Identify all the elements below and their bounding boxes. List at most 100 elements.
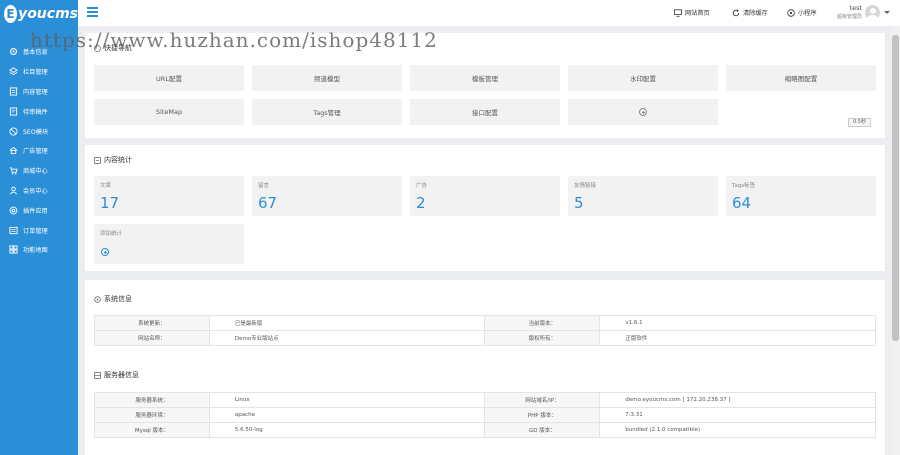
sidebar-item-label: 广告管理 [23, 148, 48, 156]
home-link[interactable]: 网站首页 [674, 8, 710, 17]
table-cell: v1.6.1 [599, 315, 876, 331]
quick-nav-channel-model[interactable]: 频道模型 [252, 65, 402, 91]
sidebar-item-members[interactable]: 会员中心 [0, 181, 78, 201]
content-stats-title: 内容统计 [94, 155, 132, 165]
quick-nav-thumbnail-config[interactable]: 缩略图配置 [726, 65, 876, 91]
system-info-panel: 系统信息 系统更新： 已是最新版 当前版本： v1.6.1 网站名称： Demo… [85, 280, 885, 455]
stat-value: 2 [416, 194, 426, 212]
home-link-label: 网站首页 [685, 10, 710, 17]
quick-nav-tags-manage[interactable]: Tags管理 [252, 99, 402, 125]
sidebar-item-label: 商城中心 [23, 168, 48, 176]
gear-icon [8, 47, 18, 57]
avatar[interactable] [865, 5, 880, 20]
stat-value: 67 [258, 194, 278, 212]
layers-icon [8, 67, 18, 77]
table-cell: 7.3.31 [599, 407, 876, 423]
sidebar-item-label: 功能地图 [23, 247, 48, 255]
table-cell: 版权所有： [484, 330, 601, 346]
plus-circle-icon [639, 108, 647, 116]
stat-friend-links[interactable]: 友情链接 5 [568, 176, 718, 216]
sidebar-item-function-map[interactable]: 功能地图 [0, 240, 78, 260]
table-cell: 网站域名/IP： [484, 392, 601, 408]
sidebar: E youcms 基本信息 栏目管理 内容管理 待审稿件 SEO模块 广告管理 [0, 0, 78, 455]
clear-cache-button[interactable]: 清除缓存 [732, 8, 768, 17]
stat-value: 17 [100, 194, 120, 212]
sidebar-item-label: 插件应用 [23, 207, 48, 215]
quick-nav-api-config[interactable]: 接口配置 [410, 99, 560, 125]
quick-nav-watermark-config[interactable]: 水印配置 [568, 65, 718, 91]
sidebar-item-shop[interactable]: 商城中心 [0, 161, 78, 181]
quick-nav-add-button[interactable] [568, 99, 718, 125]
stat-articles[interactable]: 文章 17 [94, 176, 244, 216]
timer-badge: 0.5秒 [848, 118, 871, 127]
stat-value: 64 [732, 194, 752, 212]
quick-nav-sitemap[interactable]: SiteMap [94, 99, 244, 125]
cart-icon [8, 166, 18, 176]
table-cell: 当前版本： [484, 315, 601, 331]
topbar: 网站首页 清除缓存 小程序 test 超级管理员 [78, 0, 900, 26]
quick-nav-template-manage[interactable]: 模板管理 [410, 65, 560, 91]
table-row: Mysql 版本： 5.6.50-log GD 版本： bundled (2.1… [94, 422, 876, 438]
sidebar-item-orders[interactable]: 订单管理 [0, 220, 78, 240]
sidebar-item-ads[interactable]: 广告管理 [0, 141, 78, 161]
sidebar-item-label: 栏目管理 [23, 69, 48, 77]
logo-text: youcms [18, 6, 78, 22]
sidebar-item-plugins[interactable]: 插件应用 [0, 200, 78, 220]
table-cell: 正版软件 [599, 330, 876, 346]
plugin-icon [8, 205, 18, 215]
seo-icon [8, 126, 18, 136]
clear-cache-label: 清除缓存 [743, 10, 768, 17]
table-cell: apache [208, 407, 486, 423]
sidebar-item-label: 内容管理 [23, 88, 48, 96]
stat-label: 文章 [100, 183, 112, 189]
sidebar-item-label: 订单管理 [23, 227, 48, 235]
stat-label: 添加统计 [100, 231, 123, 237]
content-stats-panel: 内容统计 文章 17 留言 67 广告 2 友情链接 5 Tags标签 64 添… [85, 145, 885, 271]
table-cell: 5.6.50-log [208, 422, 486, 438]
sidebar-item-label: 会员中心 [23, 187, 48, 195]
sidebar-item-pending[interactable]: 待审稿件 [0, 101, 78, 121]
table-row: 服务器环境： apache PHP 版本： 7.3.31 [94, 407, 876, 423]
system-info-table: 系统更新： 已是最新版 当前版本： v1.6.1 网站名称： Demo专业版站点… [94, 315, 876, 346]
stat-label: 留言 [258, 183, 270, 189]
logo-mark: E [4, 5, 18, 23]
server-icon [94, 371, 101, 379]
settings-icon [94, 295, 101, 303]
user-info[interactable]: test 超级管理员 [806, 4, 862, 20]
plus-circle-icon [101, 248, 109, 256]
table-cell: 已是最新版 [208, 315, 486, 331]
table-row: 服务器系统： Linux 网站域名/IP： demo.eyoucms.com [… [94, 392, 876, 408]
stat-tags[interactable]: Tags标签 64 [726, 176, 876, 216]
quick-nav-url-config[interactable]: URL配置 [94, 65, 244, 91]
pending-icon [8, 106, 18, 116]
table-cell: demo.eyoucms.com [ 172.20.238.37 ] [599, 392, 876, 408]
table-cell: PHP 版本： [484, 407, 601, 423]
stat-messages[interactable]: 留言 67 [252, 176, 402, 216]
order-icon [8, 225, 18, 235]
menu-toggle-icon[interactable] [87, 7, 98, 17]
user-name: test [849, 4, 862, 12]
logo[interactable]: E youcms [0, 0, 78, 28]
sidebar-item-label: 待审稿件 [23, 108, 48, 116]
stats-icon [94, 156, 101, 164]
scrollbar-thumb[interactable] [892, 35, 899, 341]
sidebar-item-columns[interactable]: 栏目管理 [0, 62, 78, 82]
chevron-down-icon[interactable] [884, 11, 890, 14]
sidebar-item-content[interactable]: 内容管理 [0, 82, 78, 102]
stat-ads[interactable]: 广告 2 [410, 176, 560, 216]
table-cell: 网站名称： [94, 330, 210, 346]
monitor-icon [674, 8, 682, 17]
stat-label: 广告 [416, 183, 428, 189]
sidebar-menu: 基本信息 栏目管理 内容管理 待审稿件 SEO模块 广告管理 商城中心 会员中心… [0, 42, 78, 260]
refresh-icon [732, 8, 740, 16]
system-info-title: 系统信息 [94, 294, 132, 304]
table-cell: bundled (2.1.0 compatible) [599, 422, 876, 438]
watermark-text: https://www.huzhan.com/ishop48112 [30, 28, 438, 52]
table-cell: 服务器环境： [94, 407, 210, 423]
add-stat-button[interactable]: 添加统计 [94, 224, 244, 264]
user-role: 超级管理员 [836, 14, 862, 20]
server-info-title-text: 服务器信息 [104, 371, 139, 379]
server-info-title: 服务器信息 [94, 370, 139, 380]
sidebar-item-seo[interactable]: SEO模块 [0, 121, 78, 141]
document-icon [8, 86, 18, 96]
